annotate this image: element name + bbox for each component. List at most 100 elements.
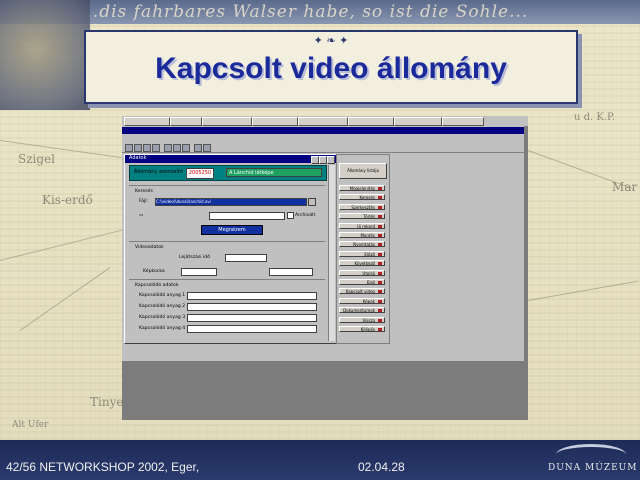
panel-button[interactable]: Megjelenítés: [339, 185, 385, 191]
panel-button-icon: [378, 215, 382, 219]
panel-button-icon: [378, 243, 382, 247]
path-input[interactable]: [209, 212, 285, 220]
frames-label: Képkocka: [143, 269, 165, 274]
panel-button-icon: [378, 318, 382, 322]
form-scrollbar[interactable]: [328, 165, 335, 341]
panel-button-icon: [378, 252, 382, 256]
toolbar-icon[interactable]: [164, 144, 172, 152]
panel-button-icon: [378, 234, 382, 237]
keyword-label: Kapcsolódó anyag 1: [139, 293, 186, 298]
panel-button-icon: [378, 309, 382, 313]
path-label: ▭: [139, 213, 144, 218]
section-search-label: Keresés: [135, 189, 153, 194]
panel-button-icon: [378, 299, 382, 303]
panel-button-icon: [378, 328, 382, 331]
app-toolbar: [122, 143, 524, 153]
panel-button[interactable]: Nyomtatás: [339, 241, 385, 248]
keyword-input[interactable]: [187, 303, 317, 311]
panel-button-icon: [378, 224, 382, 228]
search-prefix-label: Fájl:: [139, 199, 149, 204]
panel-button[interactable]: Képek: [339, 297, 385, 304]
taskbar-button[interactable]: [124, 117, 170, 126]
panel-button[interactable]: Utolsó: [339, 269, 385, 276]
record-name-field[interactable]: A Lánchíd látképe: [226, 168, 322, 177]
toolbar-icon[interactable]: [194, 144, 202, 152]
taskbar-button[interactable]: [348, 117, 394, 126]
panel-button-icon: [378, 271, 382, 275]
taskbar-button[interactable]: [442, 117, 484, 126]
record-label: Állomány azonosító: [134, 169, 183, 175]
panel-button-icon: [378, 290, 382, 294]
map-label: Kis-erdő: [42, 193, 93, 207]
toolbar-icon[interactable]: [143, 144, 151, 152]
archived-checkbox[interactable]: [287, 212, 294, 219]
panel-button[interactable]: Szerkesztés: [339, 203, 385, 210]
toolbar-icon[interactable]: [152, 144, 160, 152]
view-button[interactable]: Megnézem: [201, 225, 263, 235]
panel-button[interactable]: Kapcsolt video: [339, 288, 385, 295]
frames-total-input[interactable]: [269, 268, 313, 276]
toolbar-icon[interactable]: [182, 144, 190, 152]
keyword-label: Kapcsolódó anyag 2: [139, 304, 186, 309]
keyword-label: Kapcsolódó anyag 3: [139, 315, 186, 320]
keyword-input[interactable]: [187, 292, 317, 300]
title-box: ✦ ❧ ✦ Kapcsolt video állomány: [84, 30, 578, 104]
map-label: u d. K.P.: [574, 112, 615, 123]
section-divider: [129, 241, 325, 242]
taskbar-button[interactable]: [298, 117, 348, 126]
form-titlebar: Adatok: [125, 155, 337, 164]
keyword-input[interactable]: [187, 325, 317, 333]
map-label: Szigel: [18, 152, 56, 166]
keyword-label: Kapcsolódó anyag 4: [139, 326, 186, 331]
toolbar-icon[interactable]: [173, 144, 181, 152]
panel-button-icon: [378, 196, 382, 200]
taskbar-button[interactable]: [170, 117, 202, 126]
panel-button-icon: [378, 187, 382, 190]
panel-button[interactable]: Első: [339, 279, 385, 285]
list-button[interactable]: Állomány listája: [339, 163, 387, 179]
panel-button-icon: [378, 205, 382, 209]
app-screenshot: Adatok Állomány azonosító 2005250 A Lánc…: [122, 116, 528, 420]
toolbar-icon[interactable]: [134, 144, 142, 152]
taskbar-button[interactable]: [202, 117, 252, 126]
panel-button[interactable]: Új rekord: [339, 222, 385, 229]
panel-button[interactable]: Következő: [339, 260, 385, 267]
taskbar-button[interactable]: [394, 117, 442, 126]
section-video-label: Videoadatok: [135, 245, 164, 250]
maximize-button[interactable]: [319, 156, 327, 164]
search-input[interactable]: C:\\video\\duna\\lanchid.avi: [155, 198, 307, 206]
footer-date: 02.04.28: [358, 460, 405, 474]
taskbar-button[interactable]: [252, 117, 298, 126]
panel-button[interactable]: Mentés: [339, 232, 385, 238]
record-number-field[interactable]: 2005250: [186, 168, 214, 179]
panel-button[interactable]: Törlés: [339, 213, 385, 220]
museum-logo-text: DUNA MÚZEUM: [548, 463, 638, 473]
top-banner: ...dis fahrbares Walser habe, so ist die…: [0, 0, 640, 24]
length-input[interactable]: [225, 254, 267, 262]
panel-button[interactable]: Kilépés: [339, 326, 385, 332]
map-label: Alt Ufer: [12, 420, 49, 430]
footer-text: 42/56 NETWORKSHOP 2002, Eger,: [6, 460, 200, 474]
minimize-button[interactable]: [311, 156, 319, 164]
footer-bar: 42/56 NETWORKSHOP 2002, Eger, 02.04.28: [0, 440, 640, 480]
dropdown-button[interactable]: [308, 198, 316, 206]
panel-button[interactable]: Dokumentumok: [339, 307, 385, 314]
close-button[interactable]: [327, 156, 335, 164]
app-window: Adatok Állomány azonosító 2005250 A Lánc…: [122, 126, 524, 361]
keyword-input[interactable]: [187, 314, 317, 322]
form-title: Adatok: [129, 155, 147, 161]
banner-script: ...dis fahrbares Walser habe, so ist die…: [80, 2, 529, 22]
panel-button[interactable]: Előző: [339, 250, 385, 257]
toolbar-icon[interactable]: [125, 144, 133, 152]
panel-button[interactable]: Vissza: [339, 316, 385, 323]
toolbar-icon[interactable]: [203, 144, 211, 152]
crest-image: [0, 0, 90, 110]
length-label: Lejátszási idő: [179, 255, 210, 260]
form-window: Adatok Állomány azonosító 2005250 A Lánc…: [124, 154, 338, 344]
record-bar: Állomány azonosító 2005250 A Lánchíd lát…: [129, 165, 327, 181]
frames-input[interactable]: [181, 268, 217, 276]
section-divider: [129, 279, 325, 280]
section-keywords-label: Kapcsolódó adatok: [135, 283, 179, 288]
panel-button-icon: [378, 262, 382, 266]
panel-button[interactable]: Keresés: [339, 194, 385, 201]
